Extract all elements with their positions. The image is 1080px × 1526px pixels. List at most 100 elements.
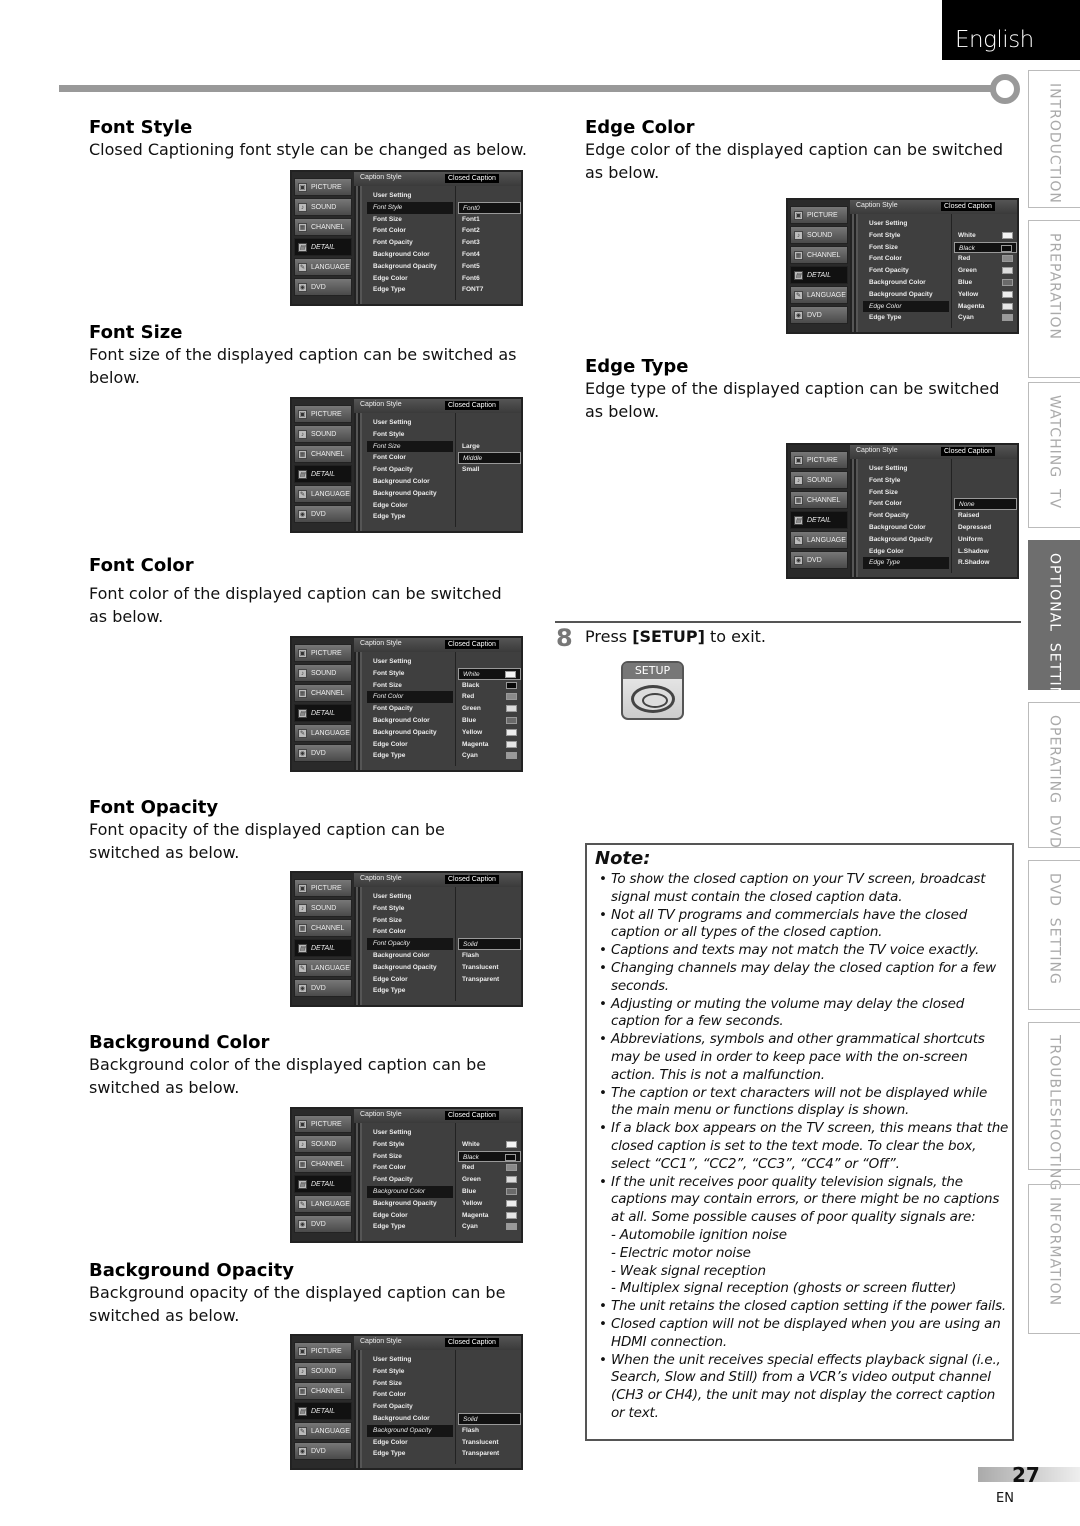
menu-nav-item[interactable]: ♪ SOUND <box>790 226 848 244</box>
menu-nav-item[interactable]: ♪ SOUND <box>294 664 352 682</box>
menu-option[interactable]: White <box>954 230 1017 242</box>
menu-nav-item[interactable]: ✎ LANGUAGE <box>294 1422 352 1440</box>
menu-option[interactable]: Cyan <box>458 750 521 762</box>
menu-nav-item[interactable]: ◉ DVD <box>790 306 848 324</box>
menu-nav-item[interactable]: ✎ LANGUAGE <box>294 258 352 276</box>
menu-option[interactable]: Font5 <box>458 261 521 273</box>
menu-item[interactable]: Edge Color <box>367 500 453 512</box>
menu-option[interactable]: Large <box>458 441 521 453</box>
menu-item[interactable]: Font Size <box>367 1151 453 1163</box>
menu-item[interactable]: Font Size <box>367 680 453 692</box>
menu-option[interactable]: Red <box>458 1162 521 1174</box>
menu-nav-item[interactable]: ♪ SOUND <box>294 1362 352 1380</box>
side-tab-troubleshooting[interactable]: TROUBLESHOOTING <box>1028 1022 1080 1191</box>
side-tab-dvd-setting[interactable]: DVD SETTING <box>1028 860 1080 1010</box>
menu-item[interactable]: Font Size <box>367 915 453 927</box>
menu-option[interactable]: Red <box>458 691 521 703</box>
menu-item[interactable]: Background Color <box>367 1413 453 1425</box>
menu-option[interactable]: Translucent <box>458 1437 521 1449</box>
menu-nav-item[interactable]: ▣ PICTURE <box>294 178 352 196</box>
menu-nav-item[interactable]: ▣ PICTURE <box>790 206 848 224</box>
menu-nav-item[interactable]: ◉ DVD <box>294 979 352 997</box>
menu-option[interactable]: White <box>458 1139 521 1151</box>
menu-item[interactable]: Font Opacity <box>367 464 453 476</box>
menu-option[interactable]: Font1 <box>458 214 521 226</box>
menu-nav-item[interactable]: ▦ CHANNEL <box>294 1382 352 1400</box>
menu-item[interactable]: Edge Type <box>863 557 949 570</box>
menu-item[interactable]: Font Opacity <box>367 938 453 950</box>
menu-item[interactable]: Font Opacity <box>863 510 949 522</box>
menu-option[interactable]: FONT7 <box>458 284 521 296</box>
menu-item[interactable]: Edge Type <box>367 284 453 296</box>
menu-nav-item[interactable]: ▣ PICTURE <box>790 451 848 469</box>
menu-option[interactable]: Small <box>458 464 521 476</box>
menu-item[interactable]: Font Color <box>367 1389 453 1401</box>
menu-item[interactable]: User Setting <box>863 218 949 230</box>
menu-nav-item[interactable]: ✎ LANGUAGE <box>294 485 352 503</box>
menu-item[interactable]: Font Opacity <box>367 703 453 715</box>
menu-nav-item[interactable]: ▦ CHANNEL <box>294 218 352 236</box>
menu-item[interactable]: Font Style <box>367 1366 453 1378</box>
menu-nav-item[interactable]: ▤ DETAIL <box>294 238 352 256</box>
menu-item[interactable]: Edge Type <box>367 511 453 523</box>
menu-item[interactable]: Font Color <box>367 452 453 464</box>
menu-item[interactable]: Font Style <box>367 1139 453 1151</box>
menu-option[interactable]: Magenta <box>458 739 521 751</box>
side-tab-operating-dvd[interactable]: OPERATING DVD <box>1028 702 1080 849</box>
menu-nav-item[interactable]: ◉ DVD <box>294 744 352 762</box>
menu-item[interactable]: Font Style <box>367 429 453 441</box>
menu-item[interactable]: Font Opacity <box>367 1401 453 1413</box>
menu-option[interactable]: Black <box>954 241 1017 254</box>
menu-option[interactable]: Yellow <box>458 727 521 739</box>
menu-item[interactable]: Font Color <box>367 926 453 938</box>
menu-option[interactable]: Yellow <box>954 289 1017 301</box>
menu-nav-item[interactable]: ▣ PICTURE <box>294 879 352 897</box>
menu-item[interactable]: Font Size <box>367 1378 453 1390</box>
menu-option[interactable]: Depressed <box>954 522 1017 534</box>
menu-option[interactable]: Uniform <box>954 534 1017 546</box>
menu-item[interactable]: Background Color <box>367 1185 453 1198</box>
menu-item[interactable]: Font Size <box>367 214 453 226</box>
menu-item[interactable]: Font Style <box>863 230 949 242</box>
menu-item[interactable]: User Setting <box>367 656 453 668</box>
menu-item[interactable]: Background Opacity <box>863 534 949 546</box>
menu-nav-item[interactable]: ◉ DVD <box>790 551 848 569</box>
menu-nav-item[interactable]: ✎ LANGUAGE <box>790 286 848 304</box>
menu-item[interactable]: Background Opacity <box>367 488 453 500</box>
menu-item[interactable]: Edge Color <box>367 1437 453 1449</box>
menu-item[interactable]: Background Opacity <box>367 727 453 739</box>
menu-nav-item[interactable]: ▦ CHANNEL <box>294 445 352 463</box>
menu-option[interactable]: Blue <box>458 715 521 727</box>
menu-option[interactable]: Green <box>458 1174 521 1186</box>
menu-item[interactable]: Background Opacity <box>367 261 453 273</box>
menu-nav-item[interactable]: ▤ DETAIL <box>294 465 352 483</box>
menu-nav-item[interactable]: ▤ DETAIL <box>294 1175 352 1193</box>
menu-nav-item[interactable]: ▤ DETAIL <box>294 939 352 957</box>
menu-item[interactable]: Font Style <box>367 201 453 214</box>
menu-item[interactable]: Edge Color <box>367 1210 453 1222</box>
menu-item[interactable]: Edge Color <box>863 300 949 313</box>
menu-item[interactable]: Background Opacity <box>863 289 949 301</box>
menu-option[interactable]: Cyan <box>458 1221 521 1233</box>
menu-item[interactable]: Background Color <box>863 277 949 289</box>
menu-item[interactable]: Background Opacity <box>367 1198 453 1210</box>
menu-option[interactable]: Blue <box>954 277 1017 289</box>
menu-item[interactable]: Edge Color <box>367 739 453 751</box>
menu-nav-item[interactable]: ▣ PICTURE <box>294 405 352 423</box>
menu-option[interactable]: Font3 <box>458 237 521 249</box>
menu-item[interactable]: Background Opacity <box>367 1424 453 1437</box>
menu-nav-item[interactable]: ♪ SOUND <box>294 899 352 917</box>
side-tab-preparation[interactable]: PREPARATION <box>1028 220 1080 378</box>
menu-item[interactable]: Edge Color <box>367 273 453 285</box>
menu-nav-item[interactable]: ▣ PICTURE <box>294 644 352 662</box>
side-tab-optional-setting[interactable]: OPTIONAL SETTING <box>1028 540 1080 710</box>
menu-option[interactable]: Cyan <box>954 312 1017 324</box>
menu-nav-item[interactable]: ◉ DVD <box>294 278 352 296</box>
menu-option[interactable]: Translucent <box>458 962 521 974</box>
menu-nav-item[interactable]: ✎ LANGUAGE <box>294 959 352 977</box>
menu-nav-item[interactable]: ♪ SOUND <box>790 471 848 489</box>
menu-nav-item[interactable]: ▦ CHANNEL <box>294 919 352 937</box>
menu-item[interactable]: Background Color <box>367 476 453 488</box>
menu-nav-item[interactable]: ◉ DVD <box>294 1442 352 1460</box>
menu-item[interactable]: User Setting <box>367 1354 453 1366</box>
